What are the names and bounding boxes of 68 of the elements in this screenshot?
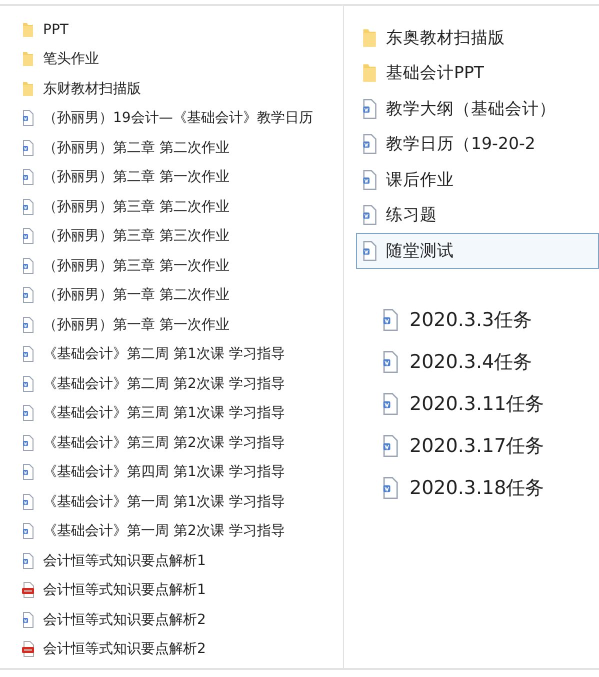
file-name: 《基础会计》第一周 第2次课 学习指导 xyxy=(43,522,285,540)
document-icon xyxy=(22,169,34,186)
document-icon xyxy=(22,464,34,480)
folder-icon xyxy=(22,51,34,68)
file-name: （孙丽男）19会计—《基础会计》教学日历 xyxy=(43,109,313,128)
file-name: 会计恒等式知识要点解析2 xyxy=(43,610,206,629)
file-item[interactable]: 教学日历（19-20-2 xyxy=(356,126,599,162)
file-item[interactable]: 教学大纲（基础会计） xyxy=(356,91,599,126)
document-icon xyxy=(382,476,398,498)
document-icon xyxy=(22,258,34,274)
document-icon xyxy=(382,392,398,414)
file-name: 2020.3.17任务 xyxy=(410,434,544,458)
file-name: 会计恒等式知识要点解析1 xyxy=(43,581,206,600)
document-icon xyxy=(22,316,34,333)
file-name: 2020.3.3任务 xyxy=(410,308,532,332)
file-name: 会计恒等式知识要点解析2 xyxy=(43,640,206,658)
file-item[interactable]: 课后作业 xyxy=(356,162,599,198)
file-name: 笔头作业 xyxy=(43,50,99,68)
folder-icon xyxy=(22,22,34,38)
file-name: （孙丽男）第二章 第二次作业 xyxy=(43,138,230,157)
file-name: 会计恒等式知识要点解析1 xyxy=(43,552,206,570)
file-name: 《基础会计》第一周 第1次课 学习指导 xyxy=(43,492,285,511)
file-name: （孙丽男）第一章 第一次作业 xyxy=(43,316,230,334)
document-icon xyxy=(22,140,34,156)
document-icon xyxy=(382,350,398,372)
file-name: （孙丽男）第二章 第一次作业 xyxy=(43,168,230,186)
file-name: （孙丽男）第三章 第二次作业 xyxy=(43,198,230,216)
document-icon xyxy=(382,434,398,456)
document-icon xyxy=(362,98,377,119)
document-icon xyxy=(22,523,34,540)
document-icon xyxy=(22,228,34,244)
file-item[interactable]: 东奥教材扫描版 xyxy=(356,20,599,56)
file-item[interactable]: 基础会计PPT xyxy=(356,56,599,91)
file-name: （孙丽男）第一章 第二次作业 xyxy=(43,286,230,304)
document-icon xyxy=(22,494,34,510)
file-item[interactable]: 练习题 xyxy=(356,198,599,233)
document-icon xyxy=(22,376,34,392)
document-icon xyxy=(382,308,398,330)
document-icon xyxy=(22,346,34,362)
document-icon xyxy=(22,612,34,628)
pdf-icon xyxy=(22,641,34,658)
file-name: 《基础会计》第二周 第2次课 学习指导 xyxy=(43,374,285,393)
document-icon xyxy=(22,287,34,304)
pdf-icon xyxy=(22,582,34,598)
document-icon xyxy=(22,405,34,422)
file-name: 2020.3.4任务 xyxy=(410,350,532,374)
file-name: 2020.3.11任务 xyxy=(410,392,544,416)
file-name: 东财教材扫描版 xyxy=(43,80,141,98)
folder-icon xyxy=(362,28,377,48)
document-icon xyxy=(362,170,377,190)
folder-icon xyxy=(362,63,377,84)
file-name: （孙丽男）第三章 第一次作业 xyxy=(43,256,230,275)
document-icon xyxy=(362,134,377,154)
file-name: 《基础会计》第四周 第1次课 学习指导 xyxy=(43,463,285,482)
folder-icon xyxy=(22,80,34,97)
document-icon xyxy=(22,434,34,451)
file-name: （孙丽男）第三章 第三次作业 xyxy=(43,227,230,246)
file-name: 《基础会计》第三周 第2次课 学习指导 xyxy=(43,434,285,452)
document-icon xyxy=(22,552,34,569)
document-icon xyxy=(22,198,34,215)
file-name: 《基础会计》第二周 第1次课 学习指导 xyxy=(43,345,285,364)
file-name: PPT xyxy=(43,22,68,38)
document-icon xyxy=(362,240,377,261)
file-name: 《基础会计》第三周 第1次课 学习指导 xyxy=(43,404,285,422)
document-icon xyxy=(362,205,377,226)
file-name: 2020.3.18任务 xyxy=(410,476,544,500)
document-icon xyxy=(22,110,34,126)
file-item[interactable]: 随堂测试 xyxy=(356,233,599,268)
